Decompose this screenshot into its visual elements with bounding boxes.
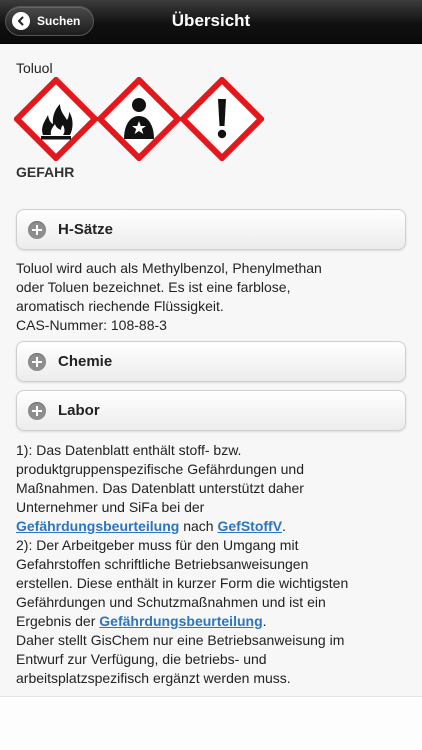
navigation-bar: Suchen Übersicht xyxy=(0,0,422,44)
note-line: produktgruppenspezifische Gefährdungen u… xyxy=(16,461,304,477)
note-text: . xyxy=(262,613,267,629)
footnotes: 1): Das Datenblatt enthält stoff- bzw. p… xyxy=(16,441,414,688)
bottom-area xyxy=(0,696,422,750)
plus-icon xyxy=(28,220,46,239)
note-line: arbeitsplatzspezifisch ergänzt werden mu… xyxy=(16,670,291,686)
gefaehrdungsbeurteilung-link[interactable]: Gefährdungsbeurteilung xyxy=(99,613,262,629)
cas-number: CAS-Nummer: 108-88-3 xyxy=(16,317,167,333)
note-text: Ergebnis der xyxy=(16,613,100,629)
ghs-pictograms xyxy=(14,77,264,161)
section-h-saetze[interactable]: H-Sätze xyxy=(16,209,406,250)
section-labor[interactable]: Labor xyxy=(16,390,406,431)
flammable-icon xyxy=(14,77,98,161)
signal-word: GEFAHR xyxy=(16,164,75,180)
gefstoffv-link[interactable]: GefStoffV xyxy=(217,518,282,534)
section-label: Chemie xyxy=(58,353,113,370)
note-line: Ergebnis der Gefährdungsbeurteilung. xyxy=(16,612,414,631)
note-line: Maßnahmen. Das Datenblatt unterstützt da… xyxy=(16,480,304,496)
page-title: Übersicht xyxy=(171,11,251,30)
note-line: Gefahrstoffen schriftliche Betriebsanwei… xyxy=(16,556,309,572)
note-line: Gefährdungen und Schutzmaßnahmen und ist… xyxy=(16,594,326,610)
note-line: Daher stellt GisChem nur eine Betriebsan… xyxy=(16,632,345,648)
section-chemie[interactable]: Chemie xyxy=(16,341,406,382)
note-line: Entwurf zur Verfügung, die betriebs- und xyxy=(16,651,267,667)
section-label: Labor xyxy=(58,402,100,419)
exclamation-icon xyxy=(180,77,264,161)
substance-name: Toluol xyxy=(16,60,53,76)
note-line: 1): Das Datenblatt enthält stoff- bzw. xyxy=(16,442,242,458)
description-line: aromatisch riechende Flüssigkeit. xyxy=(16,298,224,314)
gefaehrdungsbeurteilung-link[interactable]: Gefährdungsbeurteilung xyxy=(16,518,179,534)
note-line: erstellen. Diese enthält in kurzer Form … xyxy=(16,575,349,591)
health-hazard-icon xyxy=(97,77,181,161)
note-line: Unternehmer und SiFa bei der xyxy=(16,499,205,515)
plus-icon xyxy=(28,352,46,371)
description-line: oder Toluen bezeichnet. Es ist eine farb… xyxy=(16,279,291,295)
substance-description: Toluol wird auch als Methylbenzol, Pheny… xyxy=(16,259,412,335)
note-text: . xyxy=(282,518,286,534)
description-line: Toluol wird auch als Methylbenzol, Pheny… xyxy=(16,260,322,276)
note-line: Gefährdungsbeurteilung nach GefStoffV. xyxy=(16,517,414,536)
plus-icon xyxy=(28,401,46,420)
section-label: H-Sätze xyxy=(58,221,114,238)
note-line: 2): Der Arbeitgeber muss für den Umgang … xyxy=(16,537,299,553)
note-text: nach xyxy=(179,518,218,534)
